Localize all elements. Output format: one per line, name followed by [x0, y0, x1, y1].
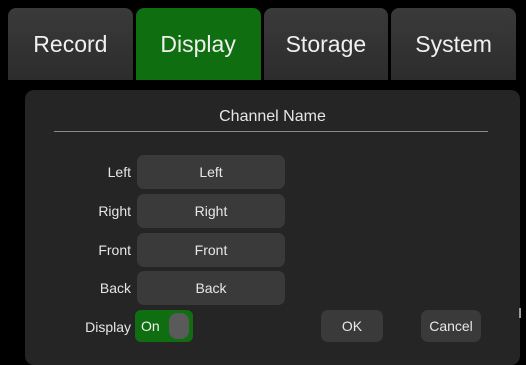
channel-name-panel: Channel Name Left Left Right Right Front… [25, 90, 520, 365]
ok-button[interactable]: OK [321, 310, 383, 342]
tab-storage[interactable]: Storage [263, 8, 389, 80]
title-divider [54, 131, 488, 132]
display-toggle-label: Display [85, 319, 131, 335]
front-channel-name-field[interactable]: Front [137, 233, 285, 267]
left-channel-label: Left [107, 164, 131, 180]
cancel-button[interactable]: Cancel [421, 310, 481, 342]
back-channel-label: Back [99, 280, 131, 296]
front-channel-label: Front [98, 242, 131, 258]
tab-record[interactable]: Record [8, 8, 133, 80]
panel-title: Channel Name [219, 108, 326, 125]
toggle-state-label: On [141, 318, 160, 334]
back-channel-name-field[interactable]: Back [137, 271, 285, 305]
right-channel-name-field[interactable]: Right [137, 194, 285, 228]
tab-display[interactable]: Display [135, 8, 261, 80]
toggle-knob[interactable] [169, 313, 189, 339]
main-tab-bar: Record Display Storage System [8, 8, 516, 80]
display-toggle[interactable]: On [135, 310, 193, 342]
left-channel-name-field[interactable]: Left [137, 155, 285, 189]
tab-system[interactable]: System [391, 8, 516, 80]
right-channel-label: Right [98, 203, 131, 219]
scroll-indicator [519, 308, 521, 318]
